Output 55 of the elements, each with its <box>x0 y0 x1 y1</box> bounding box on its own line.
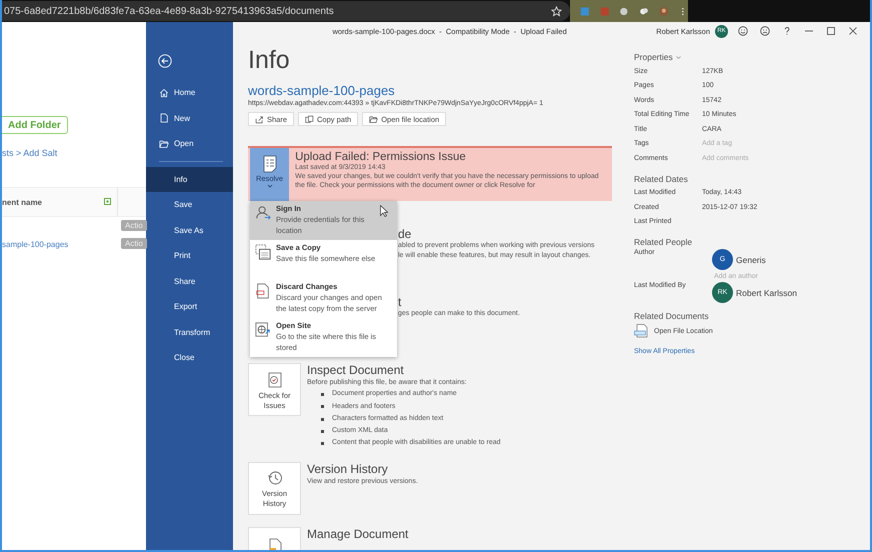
document-name: words-sample-100-pages <box>248 83 396 98</box>
html-file-icon <box>634 324 650 338</box>
column-header: nent name <box>2 198 42 207</box>
nav-item[interactable]: Home <box>146 80 233 106</box>
checklist-icon <box>262 155 277 173</box>
star-icon[interactable] <box>551 6 562 16</box>
section-title: Inspect Document <box>307 363 405 378</box>
person-name[interactable]: Generis <box>736 254 766 264</box>
caret-icon[interactable] <box>676 56 681 58</box>
nav-item[interactable]: Open <box>146 131 233 156</box>
nav-item[interactable]: Export <box>146 294 233 320</box>
nav-item[interactable]: Share <box>146 268 233 294</box>
nav-item[interactable]: Save As <box>146 218 233 243</box>
section-title: Manage Document <box>307 526 408 541</box>
section-title: t <box>398 295 402 310</box>
section-heading: Related Documents <box>634 311 710 321</box>
folder-icon <box>159 138 169 149</box>
section-heading: Related Dates <box>634 174 689 184</box>
folder-icon <box>369 114 378 124</box>
section-heading: Related People <box>634 237 694 247</box>
expand-icon[interactable] <box>104 198 111 205</box>
nav-item[interactable]: Save <box>146 192 233 218</box>
cursor-icon <box>380 205 388 217</box>
nav-item[interactable]: New <box>146 106 233 131</box>
copy-icon <box>305 114 314 124</box>
save-copy-icon <box>255 244 271 260</box>
chevron-icon <box>266 184 273 188</box>
nav-item[interactable]: Transform <box>146 320 233 345</box>
site-icon <box>255 322 271 338</box>
person-name[interactable]: Robert Karlsson <box>736 288 797 298</box>
back-icon[interactable] <box>158 54 172 68</box>
section-title: de <box>398 227 412 241</box>
person-icon <box>255 205 271 221</box>
nav-item[interactable]: Info <box>146 166 233 192</box>
clock-icon <box>266 469 282 488</box>
home-icon <box>159 88 169 98</box>
profile-icon[interactable] <box>658 6 668 16</box>
frown-icon[interactable] <box>760 26 770 36</box>
alert-title: Upload Failed: Permissions Issue <box>295 151 467 163</box>
document-icon <box>159 113 169 124</box>
document-link[interactable]: sample-100-pages <box>2 240 68 249</box>
extension-icon[interactable] <box>639 6 649 16</box>
inspect-icon <box>266 370 282 389</box>
maximize-icon[interactable] <box>826 26 836 36</box>
smiley-icon[interactable] <box>738 26 748 36</box>
section-title: Version History <box>307 462 389 476</box>
document-icon <box>255 283 271 299</box>
share-icon <box>255 114 264 124</box>
properties-heading[interactable]: Properties <box>634 52 673 62</box>
breadcrumb[interactable]: sts > Add Salt <box>2 148 58 158</box>
close-icon[interactable] <box>848 26 858 36</box>
page-title: Info <box>248 46 291 75</box>
nav-item[interactable]: Close <box>146 345 233 370</box>
extension-icon[interactable] <box>619 6 630 16</box>
nav-item[interactable]: Print <box>146 243 233 268</box>
